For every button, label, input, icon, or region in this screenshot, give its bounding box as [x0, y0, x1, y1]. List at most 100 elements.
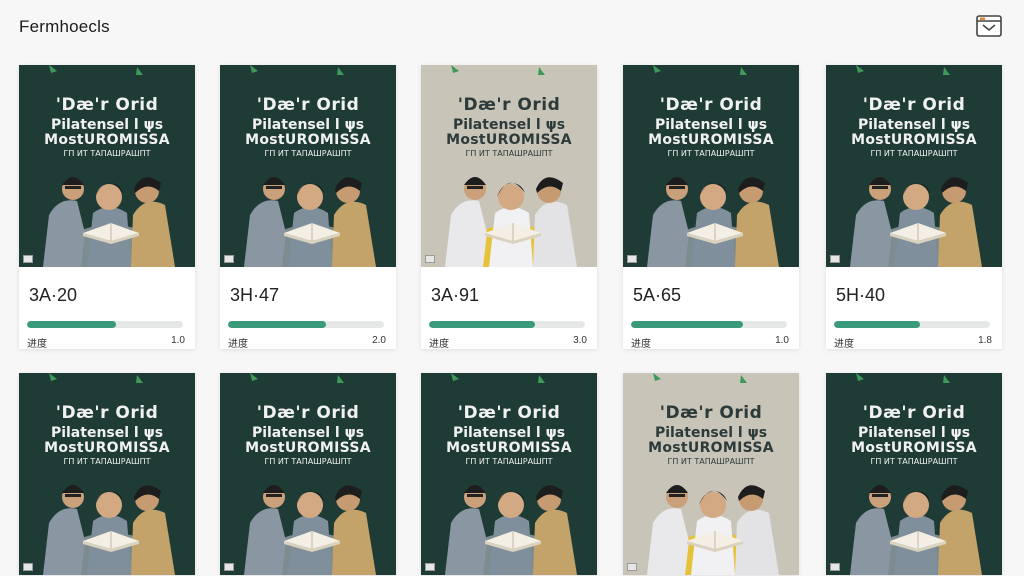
cover-title-line: MostUROMISSA	[851, 439, 977, 456]
cover-title: 'Dæ'r Orid Pilatensel l ψs MostUROMISSA ГП …	[826, 403, 1002, 467]
cover-title: 'Dæ'r Orid Pilatensel l ψs MostUROMISSA ГП …	[220, 95, 396, 159]
progress-label: 进度	[228, 339, 248, 350]
cover-title-line: MostUROMISSA	[245, 131, 371, 148]
cover-title-line: MostUROMISSA	[44, 131, 170, 148]
progress-label: 进度	[27, 339, 47, 350]
cover-badge-icon	[627, 255, 637, 263]
progress-bar-fill	[834, 321, 920, 328]
cover-badge-icon	[830, 255, 840, 263]
cover-thumbnail[interactable]: 'Dæ'r Orid Pilatensel l ψs MostUROMISSA ГП …	[826, 373, 1002, 575]
card-time: 5A·65	[633, 285, 682, 305]
cover-title-line: Pilatensel l ψs	[654, 424, 768, 441]
cover-title: 'Dæ'r Orid Pilatensel l ψs MostUROMISSA ГП …	[220, 403, 396, 467]
cover-title-line: Pilatensel l ψs	[50, 424, 164, 441]
cover-title-line: Pilatensel l ψs	[50, 116, 164, 133]
video-card[interactable]: 'Dæ'r Orid Pilatensel l ψs MostUROMISSA ГП …	[623, 65, 799, 350]
cover-title-line: 'Dæ'r Orid	[256, 403, 360, 423]
video-card[interactable]: 'Dæ'r Orid Pilatensel l ψs MostUROMISSA ГП …	[19, 373, 195, 575]
top-bar: Fermhoecls	[0, 0, 1024, 56]
cover-title-line: 'Dæ'r Orid	[457, 95, 561, 115]
card-info: 5A·65 进度 1.0	[623, 267, 799, 350]
card-info: 3H·47 进度 2.0	[220, 267, 396, 350]
card-time: 3A·20	[29, 285, 78, 305]
cover-badge-icon	[224, 563, 234, 571]
cover-title-line: ГП ИТ ТАПАШРАШПТ	[63, 149, 151, 159]
cover-title-line: Pilatensel l ψs	[251, 116, 365, 133]
cover-title-line: MostUROMISSA	[245, 439, 371, 456]
cover-title-line: MostUROMISSA	[446, 439, 572, 456]
cover-title-line: ГП ИТ ТАПАШРАШПТ	[870, 457, 958, 467]
cover-title-line: 'Dæ'r Orid	[457, 403, 561, 423]
cover-title-line: 'Dæ'r Orid	[659, 95, 763, 115]
progress-value: 3.0	[573, 335, 587, 346]
cover-thumbnail[interactable]: 'Dæ'r Orid Pilatensel l ψs MostUROMISSA ГП …	[220, 65, 396, 267]
video-card[interactable]: 'Dæ'r Orid Pilatensel l ψs MostUROMISSA ГП …	[19, 65, 195, 350]
cover-title: 'Dæ'r Orid Pilatensel l ψs MostUROMISSA ГП …	[19, 404, 195, 467]
cover-title-line: Pilatensel l ψs	[654, 116, 768, 133]
cover-title-line: 'Dæ'r Orid	[862, 95, 966, 115]
progress-bar[interactable]	[429, 321, 585, 328]
cover-title-line: ГП ИТ ТАПАШРАШПТ	[63, 457, 151, 467]
panel-toggle-icon	[976, 15, 1002, 37]
cover-thumbnail[interactable]: 'Dæ'r Orid Pilatensel l ψs MostUROMISSA ГП …	[421, 65, 597, 267]
card-info: 3A·20 进度 1.0	[19, 267, 195, 350]
card-info: 5H·40 进度 1.8	[826, 267, 1002, 350]
card-time: 3A·91	[431, 285, 480, 305]
cover-thumbnail[interactable]: 'Dæ'r Orid Pilatensel l ψs MostUROMISSA ГП …	[19, 65, 195, 267]
progress-bar[interactable]	[27, 321, 183, 328]
app-title: Fermhoecls	[19, 17, 110, 36]
progress-bar[interactable]	[228, 321, 384, 328]
cover-badge-icon	[23, 563, 33, 571]
cover-title-line: 'Dæ'r Orid	[659, 403, 763, 423]
cover-badge-icon	[425, 255, 435, 263]
video-card[interactable]: 'Dæ'r Orid Pilatensel l ψs MostUROMISSA ГП …	[220, 65, 396, 350]
cover-thumbnail[interactable]: 'Dæ'r Orid Pilatensel l ψs MostUROMISSA ГП …	[220, 373, 396, 575]
card-time: 3H·47	[230, 285, 280, 305]
video-card[interactable]: 'Dæ'r Orid Pilatensel l ψs MostUROMISSA ГП …	[421, 373, 597, 575]
panel-toggle-button[interactable]	[975, 13, 1003, 39]
video-card[interactable]: 'Dæ'r Orid Pilatensel l ψs MostUROMISSA ГП …	[220, 373, 396, 575]
cover-title-line: ГП ИТ ТАПАШРАШПТ	[667, 149, 755, 159]
cover-title: 'Dæ'r Orid Pilatensel l ψs MostUROMISSA ГП …	[19, 95, 195, 159]
progress-value: 1.8	[978, 335, 992, 346]
cover-title-line: MostUROMISSA	[648, 131, 774, 148]
cover-title-line: 'Dæ'r Orid	[55, 95, 159, 115]
video-card[interactable]: 'Dæ'r Orid Pilatensel l ψs MostUROMISSA ГП …	[826, 373, 1002, 575]
progress-value: 2.0	[372, 335, 386, 346]
cover-badge-icon	[425, 563, 435, 571]
cover-thumbnail[interactable]: 'Dæ'r Orid Pilatensel l ψs MostUROMISSA ГП …	[826, 65, 1002, 267]
cover-title-line: ГП ИТ ТАПАШРАШПТ	[465, 457, 553, 467]
cover-title-line: MostUROMISSA	[648, 439, 774, 456]
cover-thumbnail[interactable]: 'Dæ'r Orid Pilatensel l ψs MostUROMISSA ГП …	[623, 65, 799, 267]
cover-title-line: MostUROMISSA	[851, 131, 977, 148]
cover-title-line: Pilatensel l ψs	[857, 116, 971, 133]
progress-value: 1.0	[171, 335, 185, 346]
progress-bar[interactable]	[631, 321, 787, 328]
progress-bar-fill	[228, 321, 327, 328]
video-card[interactable]: 'Dæ'r Orid Pilatensel l ψs MostUROMISSA ГП …	[826, 65, 1002, 350]
cover-badge-icon	[224, 255, 234, 263]
progress-label: 进度	[834, 339, 854, 350]
progress-bar-fill	[631, 321, 744, 328]
cover-title-line: MostUROMISSA	[44, 439, 170, 456]
cover-badge-icon	[23, 255, 33, 263]
cover-thumbnail[interactable]: 'Dæ'r Orid Pilatensel l ψs MostUROMISSA ГП …	[623, 373, 799, 575]
progress-bar-fill	[27, 321, 116, 328]
progress-value: 1.0	[775, 335, 789, 346]
progress-bar[interactable]	[834, 321, 990, 328]
cover-title-line: 'Dæ'r Orid	[862, 403, 966, 423]
card-info: 3A·91 进度 3.0	[421, 267, 597, 350]
cover-title: 'Dæ'r Orid Pilatensel l ψs MostUROMISSA ГП …	[421, 403, 597, 467]
cover-thumbnail[interactable]: 'Dæ'r Orid Pilatensel l ψs MostUROMISSA ГП …	[19, 373, 195, 575]
cover-badge-icon	[627, 563, 637, 571]
cover-title-line: 'Dæ'r Orid	[256, 95, 360, 115]
cover-title: 'Dæ'r Orid Pilatensel l ψs MostUROMISSA ГП …	[623, 403, 799, 467]
cover-title-line: Pilatensel l ψs	[452, 116, 566, 133]
cover-thumbnail[interactable]: 'Dæ'r Orid Pilatensel l ψs MostUROMISSA ГП …	[421, 373, 597, 575]
video-card[interactable]: 'Dæ'r Orid Pilatensel l ψs MostUROMISSA ГП …	[421, 65, 597, 350]
cover-title-line: MostUROMISSA	[446, 131, 572, 148]
progress-label: 进度	[631, 339, 651, 350]
cover-title-line: Pilatensel l ψs	[452, 424, 566, 441]
video-card[interactable]: 'Dæ'r Orid Pilatensel l ψs MostUROMISSA ГП …	[623, 373, 799, 575]
cover-title-line: ГП ИТ ТАПАШРАШПТ	[264, 149, 352, 159]
